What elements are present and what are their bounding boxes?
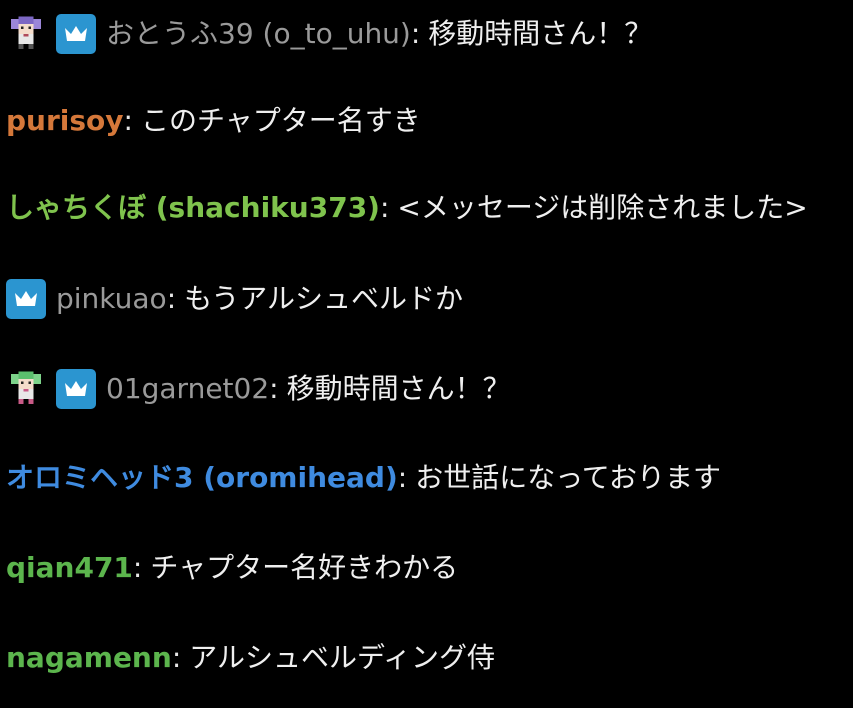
pixel-character-green-icon[interactable] — [6, 369, 46, 409]
chat-message: nagamenn : アルシュベルディング侍 — [6, 636, 495, 680]
chat-username[interactable]: おとうふ39 (o_to_uhu) — [106, 12, 411, 56]
chat-message-text: 移動時間さん！？ — [428, 17, 653, 50]
chat-message-text: このチャプター名すき — [140, 104, 421, 137]
chat-username[interactable]: 01garnet02 — [106, 367, 269, 411]
chat-message: qian471 : チャプター名好きわかる — [6, 546, 458, 590]
chat-username[interactable]: nagamenn — [6, 636, 172, 680]
chat-username[interactable]: しゃちくぼ (shachiku373) — [6, 186, 380, 230]
chat-message: しゃちくぼ (shachiku373) : <メッセージは削除されました> — [6, 186, 808, 230]
chat-panel: おとうふ39 (o_to_uhu) : 移動時間さん！？ purisoy : こ… — [0, 0, 853, 708]
pixel-character-purple-icon[interactable] — [6, 14, 46, 54]
chat-message: purisoy : このチャプター名すき — [6, 99, 421, 143]
chat-username[interactable]: pinkuao — [56, 277, 167, 321]
chat-message-text: <メッセージは削除されました> — [397, 191, 808, 224]
chat-message-text: チャプター名好きわかる — [150, 551, 459, 584]
chat-message-text: お世話になっております — [415, 461, 721, 494]
crown-icon[interactable] — [56, 14, 96, 54]
crown-icon[interactable] — [56, 369, 96, 409]
chat-separator: : — [132, 551, 143, 584]
chat-message: 01garnet02 : 移動時間さん！？ — [6, 367, 511, 411]
chat-message-text: アルシュベルディング侍 — [189, 641, 496, 674]
chat-separator: : — [397, 461, 408, 494]
chat-separator: : — [269, 372, 279, 405]
chat-username[interactable]: オロミヘッド3 (oromihead) — [6, 456, 398, 500]
chat-separator: : — [166, 282, 177, 315]
chat-separator: : — [410, 17, 421, 50]
chat-separator: : — [379, 191, 390, 224]
chat-message: pinkuao : もうアルシュベルドか — [6, 277, 463, 321]
chat-separator: : — [171, 641, 182, 674]
chat-message: おとうふ39 (o_to_uhu) : 移動時間さん！？ — [6, 12, 652, 56]
crown-icon[interactable] — [6, 279, 46, 319]
chat-username[interactable]: qian471 — [6, 546, 133, 590]
chat-separator: : — [123, 104, 133, 137]
chat-message-text: 移動時間さん！？ — [286, 372, 511, 405]
chat-username[interactable]: purisoy — [6, 99, 124, 143]
chat-message-text: もうアルシュベルドか — [184, 282, 464, 315]
chat-message: オロミヘッド3 (oromihead) : お世話になっております — [6, 456, 721, 500]
